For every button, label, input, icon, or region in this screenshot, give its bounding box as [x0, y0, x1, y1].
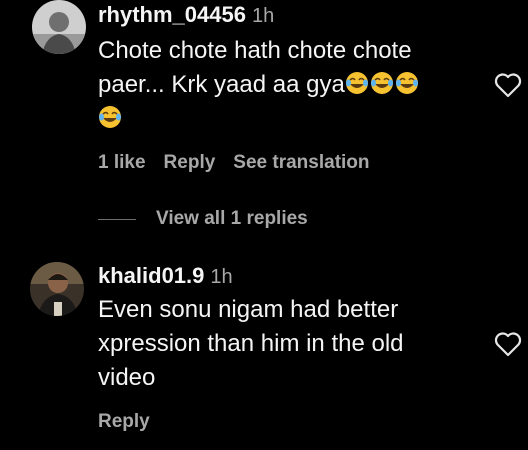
comment-text-line: video — [98, 364, 156, 391]
username[interactable]: rhythm_04456 — [98, 2, 246, 27]
comment-actions: 1 like Reply See translation — [98, 152, 388, 174]
avatar[interactable] — [30, 262, 84, 316]
face-with-tears-of-joy-icon — [370, 71, 394, 95]
comment-text-line: Chote chote hath chote chote — [98, 37, 412, 64]
comment-header: rhythm_04456 1h — [98, 2, 274, 28]
comment-text: Even sonu nigam had better xpression tha… — [98, 293, 478, 395]
likes-count[interactable]: 1 like — [98, 152, 146, 173]
avatar[interactable] — [32, 0, 86, 54]
comment-text: Chote chote hath chote chote paer... Krk… — [98, 34, 478, 136]
comment-header: khalid01.9 1h — [98, 263, 233, 289]
replies-divider — [98, 218, 136, 220]
comment-text-line: Even sonu nigam had better — [98, 296, 399, 323]
comment-actions: Reply — [98, 411, 168, 433]
face-with-tears-of-joy-icon — [345, 71, 369, 95]
comment-text-line: xpression than him in the old — [98, 330, 404, 357]
see-translation-button[interactable]: See translation — [233, 152, 369, 173]
reply-button[interactable]: Reply — [164, 152, 216, 173]
timestamp: 1h — [251, 5, 275, 27]
reply-button[interactable]: Reply — [98, 411, 150, 432]
view-replies-button[interactable]: View all 1 replies — [156, 208, 308, 230]
heart-outline-icon[interactable] — [494, 72, 522, 98]
comment-text-line-3 — [98, 102, 478, 136]
username[interactable]: khalid01.9 — [98, 263, 204, 288]
view-replies-row[interactable]: View all 1 replies — [98, 204, 308, 234]
timestamp: 1h — [210, 266, 233, 288]
heart-outline-icon[interactable] — [494, 331, 522, 357]
face-with-tears-of-joy-icon — [395, 71, 419, 95]
face-with-tears-of-joy-icon — [98, 105, 122, 129]
comment-text-line-2: paer... Krk yaad aa gya — [98, 68, 478, 102]
